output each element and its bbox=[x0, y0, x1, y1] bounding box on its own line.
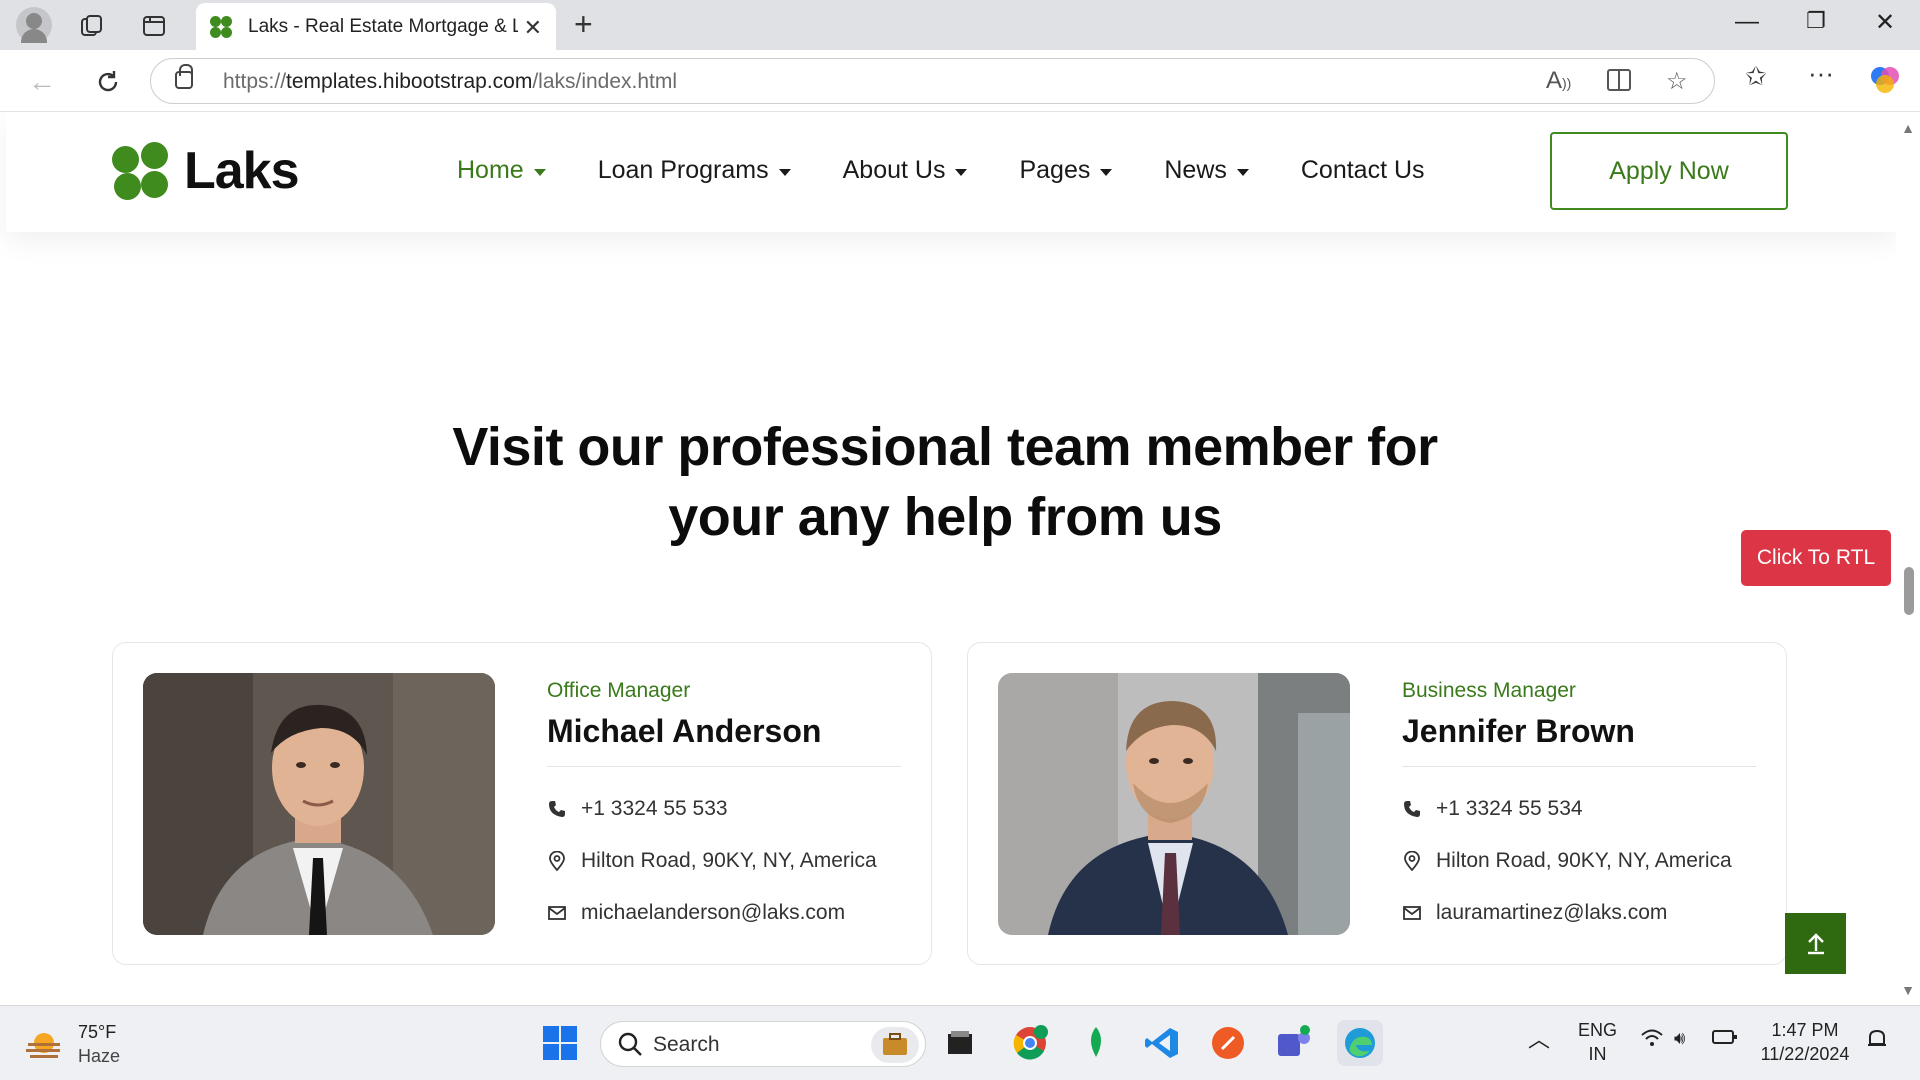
favorite-star-icon[interactable]: ☆ bbox=[1666, 67, 1688, 96]
chevron-down-icon bbox=[778, 169, 791, 176]
haze-weather-icon bbox=[24, 1029, 64, 1059]
member-name: Jennifer Brown bbox=[1402, 713, 1756, 767]
back-to-top-button[interactable] bbox=[1785, 913, 1846, 974]
immersive-reader-icon[interactable] bbox=[1606, 67, 1634, 100]
copilot-icon[interactable] bbox=[1868, 62, 1902, 103]
nav-pages[interactable]: Pages bbox=[1019, 156, 1113, 185]
restore-icon[interactable]: ❐ bbox=[1796, 8, 1836, 34]
logo-text: Laks bbox=[184, 142, 300, 200]
team-member-photo bbox=[143, 673, 495, 935]
member-phone[interactable]: +1 3324 55 533 bbox=[547, 797, 901, 821]
mail-icon bbox=[547, 903, 567, 923]
apply-now-button[interactable]: Apply Now bbox=[1550, 132, 1788, 210]
phone-icon bbox=[547, 799, 567, 819]
site-header: Laks Home Loan Programs About Us Pages N… bbox=[6, 112, 1896, 232]
read-aloud-icon[interactable]: A)) bbox=[1546, 67, 1571, 95]
weather-widget[interactable]: 75°F Haze bbox=[24, 1020, 120, 1068]
vscode-icon[interactable] bbox=[1139, 1020, 1185, 1066]
tab-title: Laks - Real Estate Mortgage & Lo bbox=[248, 15, 518, 37]
clover-logo-icon bbox=[112, 142, 170, 200]
refresh-icon[interactable] bbox=[88, 62, 128, 102]
minimize-icon[interactable]: — bbox=[1727, 8, 1767, 36]
notifications-icon[interactable] bbox=[1866, 1028, 1888, 1056]
nav-contact-us[interactable]: Contact Us bbox=[1301, 156, 1425, 185]
browser-tab-strip: Laks - Real Estate Mortgage & Lo ✕ + — ❐… bbox=[0, 0, 1920, 50]
more-options-icon[interactable]: ··· bbox=[1808, 58, 1834, 89]
scroll-thumb[interactable] bbox=[1904, 567, 1914, 615]
windows-taskbar: 75°F Haze Search ︿ ENG IN 🔊︎ 1:47 PM 11/… bbox=[0, 1005, 1920, 1080]
team-member-photo bbox=[998, 673, 1350, 935]
taskbar-search[interactable]: Search bbox=[600, 1021, 926, 1067]
member-name: Michael Anderson bbox=[547, 713, 901, 767]
language-indicator[interactable]: ENG IN bbox=[1578, 1018, 1617, 1066]
arrow-up-icon bbox=[1807, 932, 1824, 954]
main-nav: Home Loan Programs About Us Pages News C… bbox=[457, 156, 1477, 185]
chevron-down-icon bbox=[955, 169, 968, 176]
mail-icon bbox=[1402, 903, 1422, 923]
file-manager-icon[interactable] bbox=[937, 1020, 983, 1066]
url-text[interactable]: https://templates.hibootstrap.com/laks/i… bbox=[223, 70, 677, 94]
member-email[interactable]: lauramartinez@laks.com bbox=[1402, 901, 1756, 925]
profile-avatar-icon[interactable] bbox=[16, 7, 52, 43]
tab-close-icon[interactable]: ✕ bbox=[524, 15, 542, 41]
member-email[interactable]: michaelanderson@laks.com bbox=[547, 901, 901, 925]
windows-start-icon[interactable] bbox=[537, 1020, 583, 1066]
location-pin-icon bbox=[1402, 851, 1422, 871]
close-window-icon[interactable]: ✕ bbox=[1865, 8, 1905, 37]
teams-icon[interactable] bbox=[1271, 1020, 1317, 1066]
volume-icon[interactable]: 🔊︎ bbox=[1674, 1026, 1685, 1050]
back-icon[interactable]: ← bbox=[22, 62, 62, 102]
member-phone[interactable]: +1 3324 55 534 bbox=[1402, 797, 1756, 821]
chevron-down-icon bbox=[533, 169, 546, 176]
location-pin-icon bbox=[547, 851, 567, 871]
workspaces-icon[interactable] bbox=[75, 9, 109, 43]
tab-actions-icon[interactable] bbox=[137, 9, 171, 43]
tab-laks[interactable]: Laks - Real Estate Mortgage & Lo ✕ bbox=[196, 3, 556, 50]
chevron-down-icon bbox=[1236, 169, 1249, 176]
postman-icon[interactable] bbox=[1205, 1020, 1251, 1066]
show-hidden-icons-icon[interactable]: ︿ bbox=[1528, 1028, 1550, 1052]
screen: Laks - Real Estate Mortgage & Lo ✕ + — ❐… bbox=[0, 0, 1920, 1080]
page-scrollbar[interactable]: ▲ ▼ bbox=[1896, 112, 1920, 1005]
scroll-up-icon[interactable]: ▲ bbox=[1901, 120, 1915, 136]
laks-favicon-icon bbox=[208, 14, 234, 40]
clock[interactable]: 1:47 PM 11/22/2024 bbox=[1760, 1018, 1850, 1066]
lock-icon[interactable] bbox=[175, 64, 193, 89]
member-role: Office Manager bbox=[547, 679, 691, 702]
wifi-icon[interactable] bbox=[1640, 1028, 1664, 1054]
section-title: Visit our professional team member for y… bbox=[452, 417, 1438, 547]
mongodb-icon[interactable] bbox=[1073, 1020, 1119, 1066]
scroll-down-icon[interactable]: ▼ bbox=[1901, 982, 1915, 998]
address-bar[interactable]: https://templates.hibootstrap.com/laks/i… bbox=[150, 58, 1715, 104]
member-address: Hilton Road, 90KY, NY, America bbox=[1402, 849, 1756, 873]
briefcase-icon bbox=[871, 1027, 919, 1063]
nav-news[interactable]: News bbox=[1164, 156, 1249, 185]
click-to-rtl-button[interactable]: Click To RTL bbox=[1741, 530, 1891, 586]
member-address: Hilton Road, 90KY, NY, America bbox=[547, 849, 901, 873]
browser-toolbar: ← https://templates.hibootstrap.com/laks… bbox=[0, 50, 1920, 112]
chevron-down-icon bbox=[1100, 169, 1113, 176]
nav-loan-programs[interactable]: Loan Programs bbox=[598, 156, 791, 185]
nav-about-us[interactable]: About Us bbox=[843, 156, 968, 185]
team-card: Office Manager Michael Anderson +1 3324 … bbox=[112, 642, 932, 965]
battery-icon[interactable] bbox=[1712, 1028, 1738, 1052]
member-role: Business Manager bbox=[1402, 679, 1576, 702]
new-tab-icon[interactable]: + bbox=[574, 6, 593, 43]
favorites-icon[interactable]: ✩ bbox=[1745, 61, 1767, 92]
phone-icon bbox=[1402, 799, 1422, 819]
site-logo[interactable]: Laks bbox=[112, 141, 300, 201]
edge-icon[interactable] bbox=[1337, 1020, 1383, 1066]
page-viewport: Laks Home Loan Programs About Us Pages N… bbox=[0, 112, 1920, 1005]
team-card: Business Manager Jennifer Brown +1 3324 … bbox=[967, 642, 1787, 965]
chrome-icon[interactable] bbox=[1007, 1020, 1053, 1066]
nav-home[interactable]: Home bbox=[457, 156, 546, 185]
search-icon bbox=[617, 1031, 643, 1062]
